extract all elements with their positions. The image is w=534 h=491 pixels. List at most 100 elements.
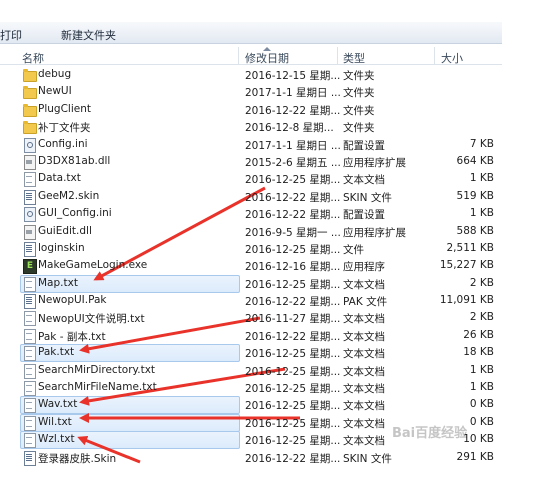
folder-icon <box>23 85 37 100</box>
file-type: 文本文档 <box>343 400 385 413</box>
file-size: 2 KB <box>469 276 494 289</box>
file-date: 2016-12-25 星期... <box>245 400 341 413</box>
column-date-header[interactable]: 修改日期 <box>245 50 289 66</box>
file-date: 2016-12-25 星期... <box>245 383 341 396</box>
file-list: debug 2016-12-15 星期... 文件夹 NewUI 2017-1-1 星期… <box>0 66 502 466</box>
file-type: 文本文档 <box>343 174 385 187</box>
file-type: 文本文档 <box>343 278 385 291</box>
file-row[interactable]: Wav.txt 2016-12-25 星期... 文本文档 0 KB <box>0 396 502 415</box>
file-row[interactable]: SearchMirDirectory.txt 2016-12-25 星期... 文本… <box>0 362 502 379</box>
file-row[interactable]: Data.txt 2016-12-25 星期... 文本文档 1 KB <box>0 170 502 188</box>
file-name: PlugClient <box>38 102 91 115</box>
file-name: Pak - 副本.txt <box>38 330 106 343</box>
file-type: 文件夹 <box>343 122 375 135</box>
file-name: debug <box>38 68 72 80</box>
file-type: 文本文档 <box>343 383 385 396</box>
file-name: Wzl.txt <box>38 433 75 446</box>
file-size: 0 KB <box>469 415 494 428</box>
column-header: 名称 修改日期 类型 大小 <box>0 47 502 65</box>
file-date: 2016-12-22 星期... <box>245 191 341 204</box>
file-date: 2016-12-22 星期... <box>245 296 341 309</box>
column-divider[interactable] <box>238 47 239 64</box>
file-date: 2016-12-22 星期... <box>245 452 341 465</box>
file-row[interactable]: 补丁文件夹 2016-12-8 星期... 文件夹 <box>0 118 502 135</box>
file-row[interactable]: debug 2016-12-15 星期... 文件夹 <box>0 66 502 83</box>
file-row[interactable]: NewUI 2017-1-1 星期日 ... 文件夹 <box>0 83 502 100</box>
file-row[interactable]: GuiEdit.dll 2016-9-5 星期一 ... 应用程序扩展 588 KB <box>0 223 502 240</box>
file-type: 文本文档 <box>343 435 385 448</box>
column-divider[interactable] <box>337 47 338 64</box>
file-type: 配置设置 <box>343 209 385 222</box>
file-type: 文件夹 <box>343 87 375 100</box>
file-row[interactable]: D3DX81ab.dll 2015-2-6 星期五 ... 应用程序扩展 664 KB <box>0 153 502 170</box>
print-button[interactable]: 打印 <box>0 27 22 43</box>
text-file-icon <box>23 276 36 292</box>
text-file-icon <box>23 415 36 431</box>
file-size: 0 KB <box>469 398 494 411</box>
file-date: 2016-12-16 星期... <box>245 261 341 274</box>
file-type: 文本文档 <box>343 313 385 326</box>
file-size: 1 KB <box>469 363 494 376</box>
file-type: SKIN 文件 <box>343 452 392 465</box>
file-name: GeeM2.skin <box>38 189 100 202</box>
file-row[interactable]: MakeGameLogin.exe 2016-12-16 星期...应用程序 15,… <box>0 257 502 275</box>
file-row[interactable]: Config.ini 2017-1-1 星期日 ... 配置设置 7 KB <box>0 136 502 153</box>
file-row[interactable]: GeeM2.skin 2016-12-22 星期... SKIN 文件 519 KB <box>0 188 502 205</box>
file-date: 2016-12-25 星期... <box>245 348 341 361</box>
file-row[interactable]: Pak.txt 2016-12-25 星期... 文本文档 18 KB <box>0 344 502 363</box>
file-name: loginskin <box>38 241 85 254</box>
file-name: NewUI <box>38 85 72 98</box>
column-size-header[interactable]: 大小 <box>441 50 463 66</box>
file-date: 2016-12-25 星期... <box>245 174 341 187</box>
file-type: 文件夹 <box>343 104 375 117</box>
text-file-icon <box>23 433 36 449</box>
file-row[interactable]: NewopUI.Pak 2016-12-22 星期... PAK 文件 11,091 … <box>0 292 502 310</box>
file-size: 18 KB <box>463 346 494 359</box>
dll-file-icon <box>23 154 36 170</box>
text-file-icon <box>23 172 36 188</box>
text-file-icon <box>23 328 36 344</box>
file-name: 补丁文件夹 <box>38 122 91 135</box>
file-row[interactable]: 登录器皮肤.Skin 2016-12-22 星期... SKIN 文件 291 KB <box>0 449 502 466</box>
column-divider[interactable] <box>434 47 435 64</box>
file-name: GuiEdit.dll <box>38 224 92 237</box>
file-name: NewopUI.Pak <box>38 294 107 307</box>
file-name: Data.txt <box>38 172 81 185</box>
file-date: 2016-12-22 星期... <box>245 330 341 343</box>
column-name-header[interactable]: 名称 <box>22 50 44 66</box>
file-type: PAK 文件 <box>343 296 388 309</box>
file-date: 2016-12-25 星期... <box>245 417 341 430</box>
file-type: 应用程序扩展 <box>343 156 406 169</box>
exe-file-icon <box>23 259 37 275</box>
skin-file-icon <box>23 241 36 257</box>
new-folder-button[interactable]: 新建文件夹 <box>61 27 116 43</box>
file-size: 1 KB <box>469 207 494 220</box>
skin-file-icon <box>23 294 36 310</box>
file-size: 11,091 KB <box>439 294 494 307</box>
text-file-icon <box>23 346 36 362</box>
file-row[interactable]: loginskin 2016-12-25 星期... 文件 2,511 KB <box>0 240 502 257</box>
file-type: 文本文档 <box>343 348 385 361</box>
file-size: 664 KB <box>456 154 494 167</box>
file-row[interactable]: NewopUI文件说明.txt 2016-11-27 星期... 文本文档 2 KB <box>0 309 502 327</box>
file-date: 2016-12-25 星期... <box>245 278 341 291</box>
file-type: 配置设置 <box>343 139 385 152</box>
file-date: 2015-2-6 星期五 ... <box>245 156 341 169</box>
file-row[interactable]: Pak - 副本.txt 2016-12-22 星期... 文本文档 26 KB <box>0 327 502 344</box>
column-type-header[interactable]: 类型 <box>343 50 365 66</box>
file-date: 2016-12-25 星期... <box>245 365 341 378</box>
file-row[interactable]: GUI_Config.ini 2016-12-22 星期... 配置设置 1 KB <box>0 205 502 223</box>
config-file-icon <box>23 137 36 153</box>
file-row[interactable]: SearchMirFileName.txt 2016-12-25 星期... 文本文… <box>0 379 502 397</box>
file-type: 文本文档 <box>343 417 385 430</box>
file-type: 应用程序 <box>343 261 385 274</box>
folder-icon <box>23 120 37 135</box>
folder-icon <box>23 68 37 82</box>
file-type: 文件 <box>343 243 364 256</box>
text-file-icon <box>23 381 36 397</box>
file-date: 2016-12-8 星期... <box>245 122 334 135</box>
file-type: 文本文档 <box>343 365 385 378</box>
file-row[interactable]: Map.txt 2016-12-25 星期... 文本文档 2 KB <box>0 274 502 294</box>
file-size: 2,511 KB <box>446 241 495 254</box>
file-row[interactable]: PlugClient 2016-12-22 星期... 文件夹 <box>0 101 502 118</box>
